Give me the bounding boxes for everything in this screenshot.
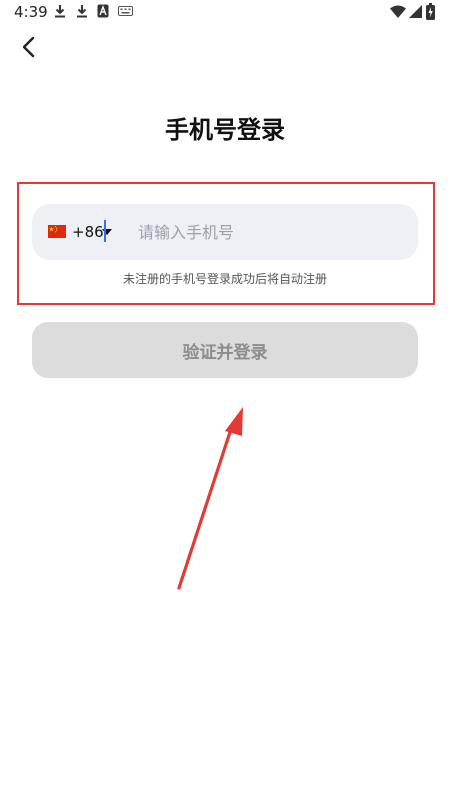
country-code-selector[interactable]: +86 (46, 204, 120, 260)
font-icon (97, 4, 109, 18)
download-icon (77, 5, 87, 18)
phone-input-row: +86 (32, 204, 418, 260)
battery-icon (426, 3, 435, 20)
chevron-left-icon (22, 36, 35, 58)
registration-hint: 未注册的手机号登录成功后将自动注册 (122, 272, 327, 286)
login-screen: 4:39 手机号登录 +86 请输入手机号 未注册的手机号登录成功后将自动注册 … (0, 0, 450, 800)
signal-icon (409, 5, 422, 18)
download-icon (55, 5, 65, 18)
phone-number-input[interactable] (132, 212, 408, 252)
keyboard-icon (118, 6, 133, 16)
china-flag-icon (48, 225, 66, 238)
status-time: 4:39 (14, 3, 48, 21)
page-title: 手机号登录 (165, 116, 285, 144)
back-button[interactable] (14, 32, 44, 62)
country-code: +86 (72, 223, 104, 241)
verify-and-login-button[interactable]: 验证并登录 (32, 322, 418, 378)
text-cursor (104, 220, 106, 242)
wifi-icon (390, 5, 406, 18)
status-bar: 4:39 (0, 0, 450, 24)
